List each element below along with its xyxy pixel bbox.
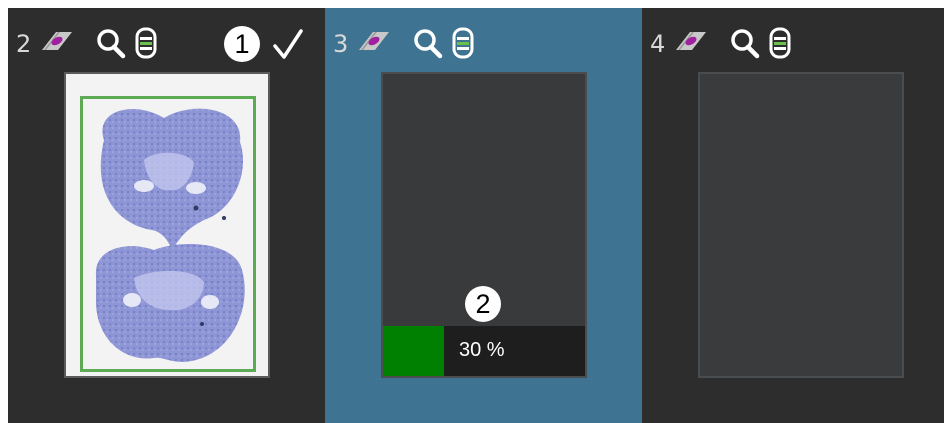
checkmark-icon (273, 29, 303, 59)
slide-thumbnail[interactable]: 2 30 % (381, 72, 587, 378)
progress-fill (383, 326, 444, 376)
callout-marker: 1 (224, 26, 260, 62)
progress-label: 30 % (459, 339, 505, 361)
slot-number: 3 (333, 30, 349, 58)
tissue-sections (95, 108, 245, 362)
slot-number: 2 (16, 30, 32, 58)
magnifier-icon[interactable] (94, 26, 128, 60)
slot-number: 4 (650, 30, 666, 58)
slide-slot-3[interactable]: 3 2 30 % (325, 8, 642, 423)
slide-icon[interactable] (38, 26, 74, 54)
objective-icon[interactable] (451, 26, 475, 60)
slide-tray: 2 1 3 2 30 % 4 (8, 8, 944, 423)
callout-marker: 2 (465, 286, 501, 322)
objective-icon[interactable] (134, 26, 158, 60)
slide-slot-4[interactable]: 4 (642, 8, 944, 423)
slide-thumbnail[interactable] (698, 72, 904, 378)
magnifier-icon[interactable] (411, 26, 445, 60)
magnifier-icon[interactable] (728, 26, 762, 60)
objective-icon[interactable] (768, 26, 792, 60)
slide-icon[interactable] (672, 26, 708, 54)
slide-thumbnail[interactable] (64, 72, 270, 378)
slide-icon[interactable] (355, 26, 391, 54)
slide-slot-2[interactable]: 2 1 (8, 8, 325, 423)
scan-progress-bar: 30 % (383, 326, 585, 376)
